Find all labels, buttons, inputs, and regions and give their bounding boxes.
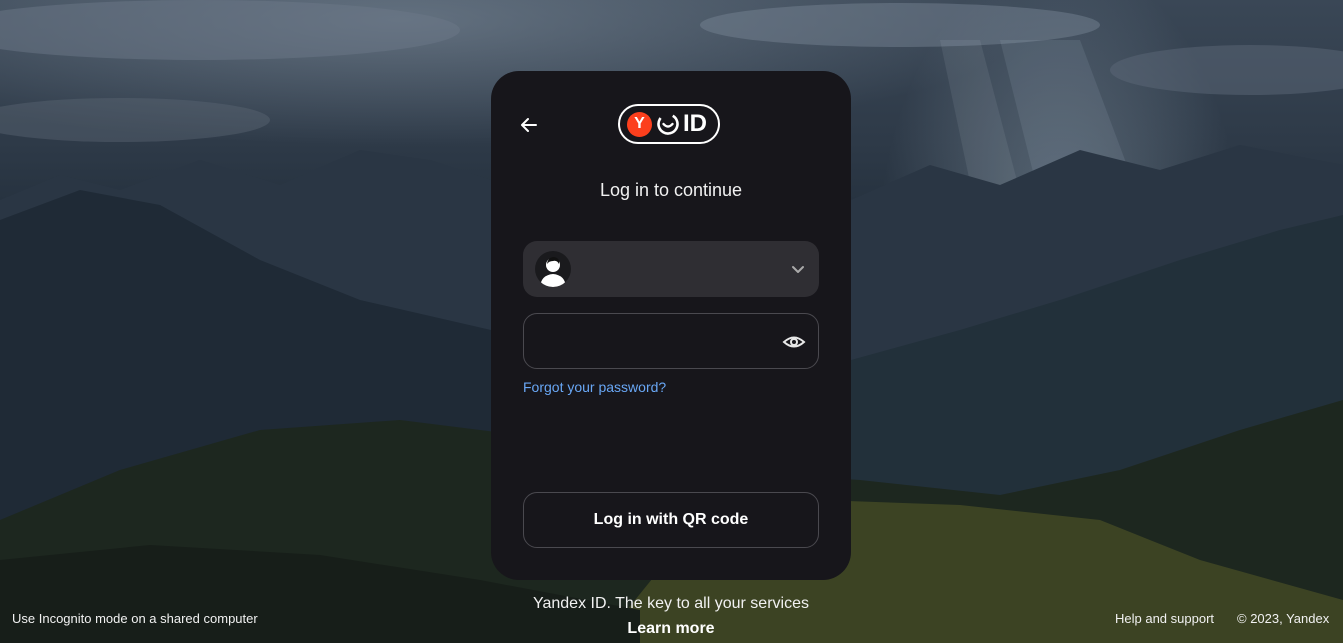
smile-icon (657, 113, 679, 135)
page-title: Log in to continue (599, 180, 743, 200)
tagline: Yandex ID. The key to all your services (533, 595, 809, 612)
qr-login-button[interactable]: Log in with QR code (523, 492, 819, 548)
incognito-note: Use Incognito mode on a shared computer (12, 611, 258, 626)
logo-id-text: ID (683, 110, 707, 137)
password-field[interactable] (523, 313, 819, 370)
yandex-id-logo: Y ID (618, 104, 720, 144)
yandex-y-icon: Y (627, 111, 652, 137)
back-arrow-icon (521, 118, 537, 132)
account-select[interactable] (523, 241, 819, 297)
chevron-down-icon (792, 266, 804, 273)
help-link[interactable]: Help and support (1115, 611, 1214, 626)
eye-icon[interactable] (782, 330, 806, 354)
back-button[interactable] (509, 111, 549, 139)
user-avatar-icon (535, 251, 571, 287)
password-input[interactable] (538, 314, 772, 370)
forgot-password-link[interactable]: Forgot your password? (523, 379, 666, 395)
learn-more-link[interactable]: Learn more (491, 620, 851, 638)
copyright: © 2023, Yandex (1237, 611, 1330, 626)
login-card: Y ID Log in to continue Forgot your pass… (491, 71, 851, 580)
